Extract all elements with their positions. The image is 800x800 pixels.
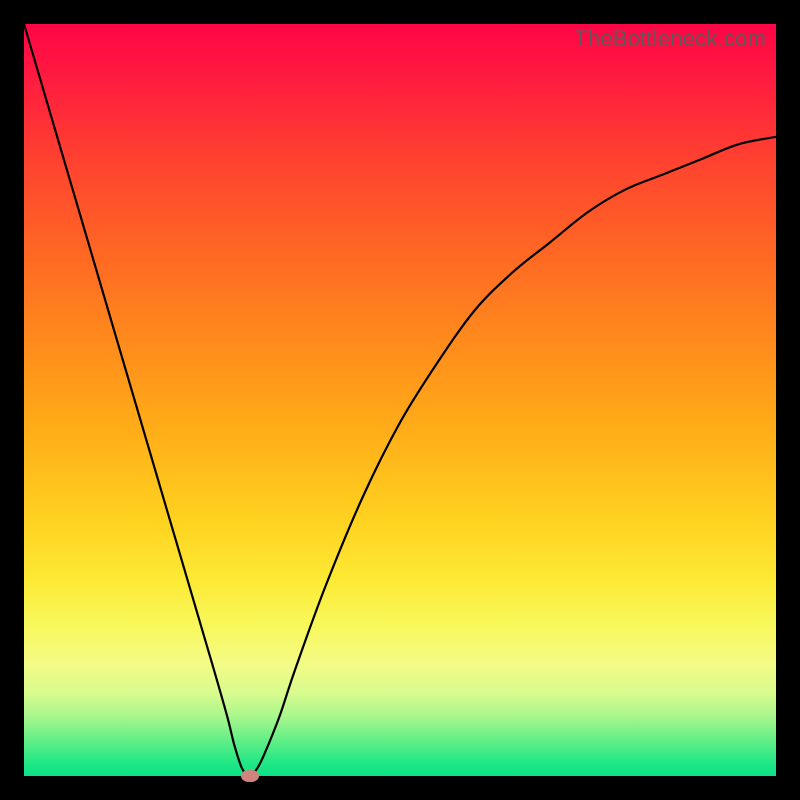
optimum-marker	[241, 770, 259, 782]
chart-frame: TheBottleneck.com	[0, 0, 800, 800]
plot-area: TheBottleneck.com	[24, 24, 776, 776]
watermark-label: TheBottleneck.com	[574, 26, 766, 52]
bottleneck-curve	[24, 24, 776, 776]
